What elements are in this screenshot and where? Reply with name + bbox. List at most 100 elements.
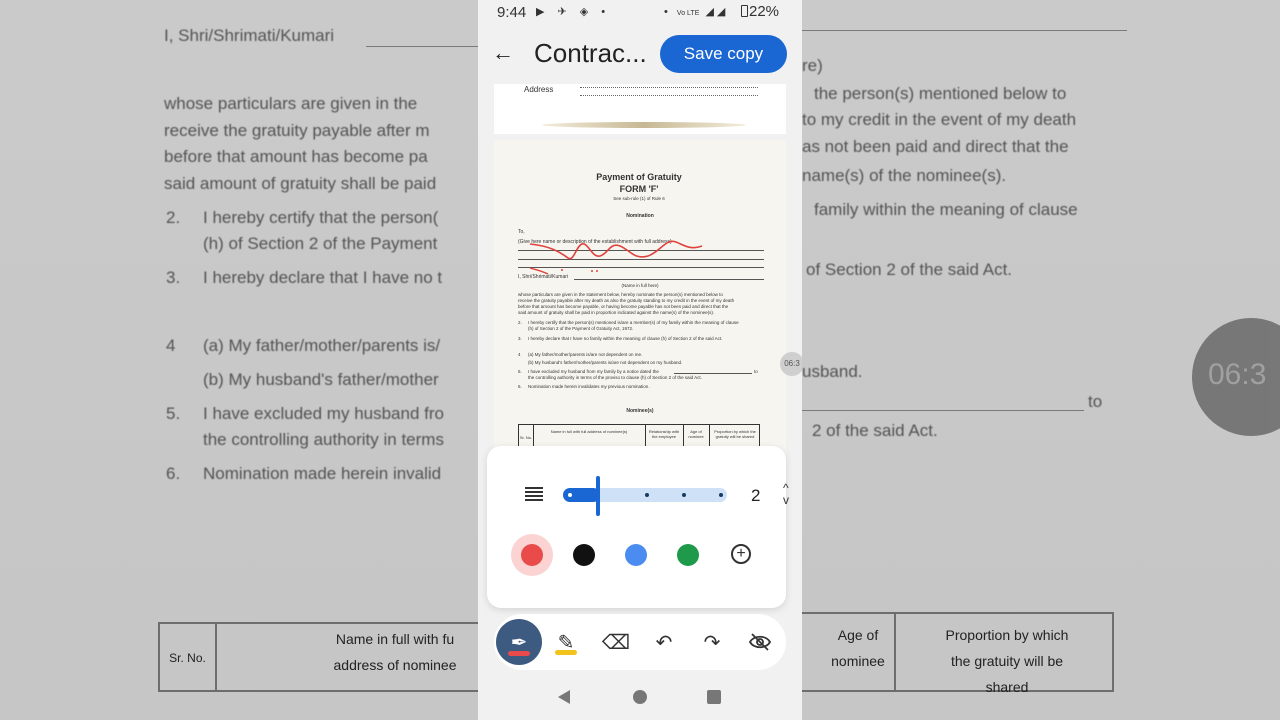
bg-text: of Section 2 of the said Act.: [806, 260, 1013, 279]
annotation-toolbar: ✒ ✎ ⌫ ↶ ↷: [494, 614, 786, 670]
status-bar: 9:44 ▶ ✈ ◈ • • Vo LTE ◢◢ 22%: [478, 0, 802, 26]
bg-table-header: address of nominee: [333, 657, 457, 673]
table-header: Age of nominee: [688, 429, 704, 439]
bg-text: 2.: [166, 208, 181, 227]
battery-percent: 22%: [749, 3, 780, 20]
dotted-line: [580, 87, 758, 88]
bg-text: whose particulars are given in the: [164, 94, 418, 113]
highlighter-tool-button[interactable]: ✎: [544, 620, 588, 664]
bg-text: name(s) of the nominee(s).: [802, 166, 1007, 185]
bg-text: usband.: [802, 362, 863, 381]
form-text: (h) of Section 2 of the Payment of Gratu…: [528, 326, 634, 331]
bg-text: before that amount has become pa: [164, 147, 428, 166]
network-icons: • Vo LTE ◢◢: [664, 5, 728, 18]
bg-text: (b) My husband's father/mother: [203, 370, 439, 389]
red-ink-annotation[interactable]: [530, 232, 720, 282]
bg-text: as not been paid and direct that the: [802, 137, 1069, 156]
nav-home-icon[interactable]: [633, 690, 647, 704]
form-text: whose particulars are given in the state…: [518, 292, 723, 297]
bg-table-header: nominee: [831, 653, 885, 669]
undo-button[interactable]: ↶: [642, 620, 686, 664]
signal-icon: ◢◢: [705, 6, 729, 18]
form-text: Nomination made herein invalidates my pr…: [528, 384, 650, 389]
form-to: To,: [518, 229, 525, 235]
undo-icon: ↶: [655, 631, 673, 654]
bg-text: (a) My father/mother/parents is/: [203, 336, 441, 355]
form-text: receive the gratuity payable after my de…: [518, 298, 735, 303]
form-text: the controlling authority in terms of th…: [528, 375, 702, 380]
add-color-icon[interactable]: +: [731, 544, 751, 564]
nav-back-icon[interactable]: [558, 690, 570, 704]
pen-color-indicator: [508, 651, 530, 656]
form-title: Payment of Gratuity: [596, 172, 682, 182]
document-page-1[interactable]: Address: [494, 84, 786, 134]
bg-text: family within the meaning of clause: [814, 200, 1078, 219]
color-black-swatch[interactable]: [573, 544, 595, 566]
bg-table-header: shared: [985, 679, 1029, 695]
slider-tick: [682, 493, 686, 497]
bg-table-header: Age of: [837, 627, 879, 643]
color-red-swatch[interactable]: [521, 544, 543, 566]
signal-dot-icon: •: [664, 6, 671, 18]
page-shadow: [542, 122, 746, 128]
highlighter-color-indicator: [555, 650, 577, 655]
bg-text: 6.: [166, 464, 181, 483]
form-name-hint: (Name in full here): [621, 283, 659, 288]
chevron-down-icon[interactable]: v: [783, 494, 789, 506]
bg-text: (h) of Section 2 of the Payment: [203, 234, 438, 253]
eraser-tool-button[interactable]: ⌫: [594, 620, 638, 664]
bg-shri-label: I, Shri/Shrimati/Kumari: [164, 26, 335, 45]
form-text: I have excluded my husband from my famil…: [528, 369, 659, 374]
bg-line: [366, 46, 478, 47]
hide-annotations-icon: [749, 633, 771, 651]
network-label: Vo LTE: [676, 10, 700, 17]
form-text: I hereby certify that the person(s) ment…: [528, 320, 739, 325]
pen-tool-button[interactable]: ✒: [496, 619, 542, 665]
form-text: I hereby declare that I have no family w…: [528, 336, 723, 341]
document-title: Contrac...: [534, 38, 647, 68]
bg-text: 3.: [166, 268, 181, 287]
size-stepper[interactable]: ^ v: [783, 482, 789, 506]
bg-text: receive the gratuity payable after m: [164, 121, 430, 140]
bg-text: to my credit in the event of my death: [802, 110, 1077, 129]
table-header: Name in full with full address of nomine…: [550, 429, 628, 434]
bg-text: I hereby declare that I have no t: [203, 268, 443, 287]
form-text: before that amount has become payable, o…: [518, 304, 729, 309]
bg-text: re): [802, 56, 823, 75]
battery-indicator: 22%: [741, 3, 779, 20]
bg-table-header: Name in full with fu: [335, 631, 455, 647]
stroke-size-slider[interactable]: [563, 476, 727, 516]
bg-text: said amount of gratuity shall be paid: [164, 174, 437, 193]
eraser-icon: ⌫: [601, 631, 631, 654]
redo-button[interactable]: ↷: [690, 620, 734, 664]
bg-text: Nomination made herein invalid: [203, 464, 442, 483]
slider-thumb[interactable]: [596, 476, 600, 516]
pen-settings-panel: 2 ^ v +: [487, 446, 789, 608]
notification-icons: ▶ ✈ ◈ •: [536, 6, 611, 18]
form-text: (a) My father/mother/parents is/are not …: [528, 352, 643, 357]
battery-icon: [741, 5, 748, 17]
color-blue-swatch[interactable]: [625, 544, 647, 566]
stroke-size-value: 2: [751, 486, 761, 505]
form-text: said amount of gratuity shall be paid in…: [518, 310, 715, 315]
system-nav-bar: [478, 672, 802, 720]
color-green-swatch[interactable]: [677, 544, 699, 566]
bg-table-header: Proportion by which: [945, 627, 1069, 643]
dotted-line: [580, 95, 758, 96]
bg-text: I hereby certify that the person(: [203, 208, 439, 227]
table-header: Sr. No.: [519, 435, 533, 440]
hide-annotations-button[interactable]: [738, 620, 782, 664]
form-line: [674, 373, 752, 374]
address-label: Address: [524, 85, 554, 94]
status-time: 9:44: [497, 4, 527, 21]
table-header: Relationship with the employee: [648, 429, 680, 439]
form-heading: Nomination: [626, 213, 654, 219]
nav-recents-icon[interactable]: [707, 690, 721, 704]
phone-screen: 9:44 ▶ ✈ ◈ • • Vo LTE ◢◢ 22% ← Contrac..…: [478, 0, 802, 720]
bg-text: I have excluded my husband fro: [203, 404, 444, 423]
back-arrow-icon[interactable]: ←: [492, 40, 518, 66]
bg-text: the person(s) mentioned below to: [814, 84, 1067, 103]
bg-text: to: [1088, 392, 1103, 411]
save-copy-button[interactable]: Save copy: [660, 35, 787, 73]
redo-icon: ↷: [703, 631, 721, 654]
